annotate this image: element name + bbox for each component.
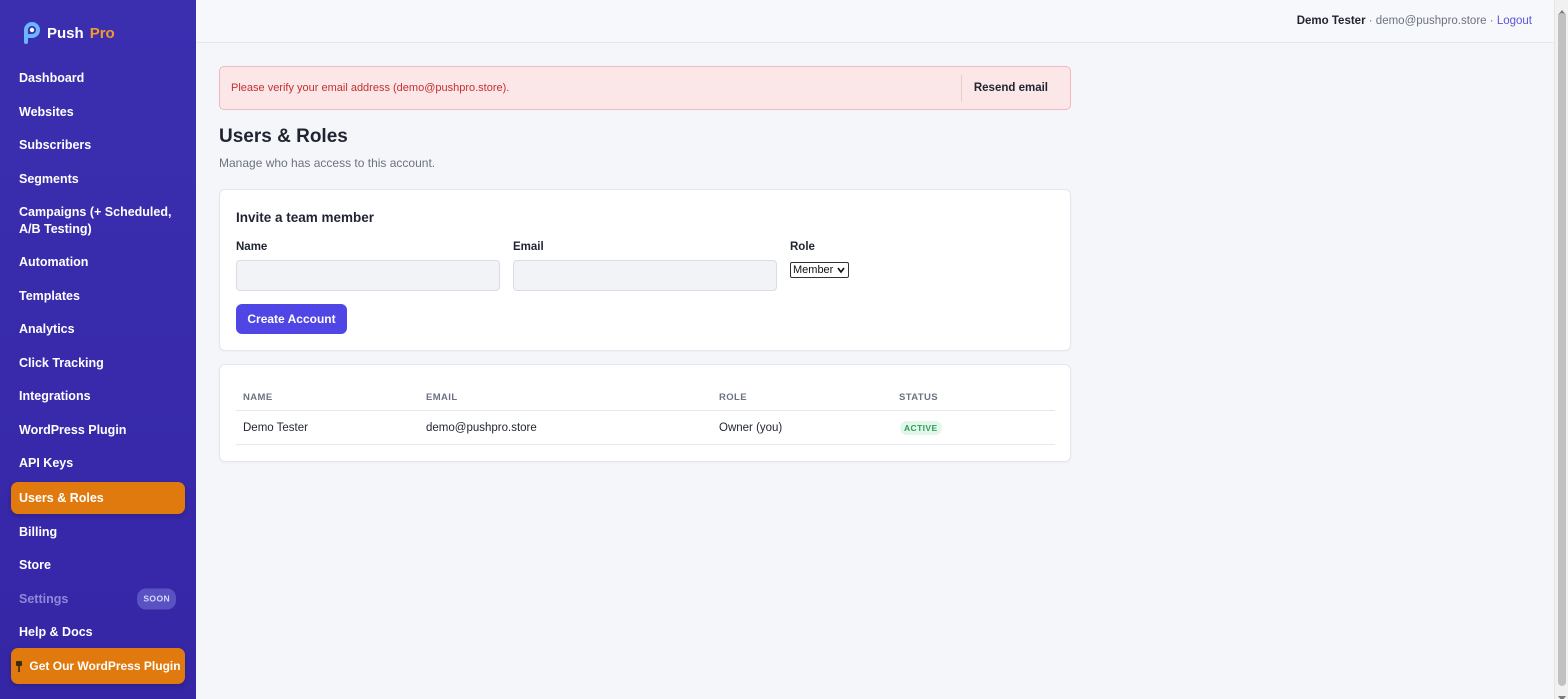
name-input[interactable] bbox=[236, 260, 500, 291]
sidebar-item-dashboard[interactable]: Dashboard bbox=[0, 62, 196, 96]
page-title: Users & Roles bbox=[219, 126, 348, 147]
sidebar-nav: Dashboard Websites Subscribers Segments … bbox=[0, 62, 196, 650]
sidebar-item-billing[interactable]: Billing bbox=[0, 515, 196, 549]
user-name: Demo Tester bbox=[1296, 15, 1366, 27]
users-table-card: NAME EMAIL ROLE STATUS Demo Tester demo@… bbox=[219, 364, 1071, 462]
separator: · bbox=[1489, 15, 1494, 27]
role-label: Role bbox=[790, 241, 815, 253]
sidebar-item-subscribers[interactable]: Subscribers bbox=[0, 129, 196, 163]
sidebar: Push Pro Dashboard Websites Subscribers … bbox=[0, 0, 196, 699]
sidebar-item-api-keys[interactable]: API Keys bbox=[0, 447, 196, 482]
sidebar-item-wordpress-plugin[interactable]: WordPress Plugin bbox=[0, 414, 196, 448]
cell-role: Owner (you) bbox=[719, 422, 783, 434]
logout-link[interactable]: Logout bbox=[1497, 15, 1532, 27]
brand-accent: Pro bbox=[89, 24, 115, 42]
column-header-status: STATUS bbox=[899, 392, 938, 403]
user-info: Demo Tester · demo@pushpro.store · Logou… bbox=[1297, 15, 1532, 27]
page-scrollbar[interactable] bbox=[1554, 0, 1568, 699]
sidebar-item-help-docs[interactable]: Help & Docs bbox=[0, 616, 196, 650]
create-account-button[interactable]: Create Account bbox=[236, 304, 347, 334]
sidebar-item-campaigns[interactable]: Campaigns (+ Scheduled, A/B Testing) bbox=[0, 196, 196, 246]
header-divider bbox=[236, 410, 1055, 411]
name-label: Name bbox=[236, 241, 268, 253]
sidebar-item-integrations[interactable]: Integrations bbox=[0, 380, 196, 414]
promo-label: Get Our WordPress Plugin bbox=[29, 659, 181, 673]
sidebar-item-settings: Settings SOON bbox=[0, 583, 196, 617]
user-email: demo@pushpro.store bbox=[1375, 15, 1487, 27]
sidebar-item-automation[interactable]: Automation bbox=[0, 246, 196, 280]
scroll-thumb[interactable] bbox=[1558, 13, 1566, 686]
sidebar-item-click-tracking[interactable]: Click Tracking bbox=[0, 347, 196, 381]
push-logo-icon bbox=[20, 22, 42, 44]
cell-name: Demo Tester bbox=[243, 422, 308, 434]
alert-message: Please verify your email address (demo@p… bbox=[231, 82, 510, 94]
sidebar-item-segments[interactable]: Segments bbox=[0, 163, 196, 197]
invite-card: Invite a team member Name Email Role Mem… bbox=[219, 189, 1071, 351]
sidebar-item-analytics[interactable]: Analytics bbox=[0, 313, 196, 347]
cell-email: demo@pushpro.store bbox=[426, 422, 537, 434]
page-subtitle: Manage who has access to this account. bbox=[219, 156, 436, 170]
email-input[interactable] bbox=[513, 260, 777, 291]
invite-title: Invite a team member bbox=[236, 210, 375, 225]
top-bar: Demo Tester · demo@pushpro.store · Logou… bbox=[196, 0, 1554, 43]
soon-badge: SOON bbox=[137, 588, 176, 610]
sidebar-item-templates[interactable]: Templates bbox=[0, 280, 196, 314]
scroll-down-icon[interactable] bbox=[1558, 690, 1566, 699]
chevron-down-icon bbox=[837, 265, 845, 275]
brand-logo[interactable]: Push Pro bbox=[20, 22, 115, 44]
sidebar-item-users-roles[interactable]: Users & Roles bbox=[11, 482, 185, 514]
sidebar-item-websites[interactable]: Websites bbox=[0, 96, 196, 130]
email-label: Email bbox=[513, 241, 544, 253]
column-header-role: ROLE bbox=[719, 392, 747, 403]
status-badge: ACTIVE bbox=[900, 421, 942, 435]
column-header-email: EMAIL bbox=[426, 392, 458, 403]
sidebar-item-store[interactable]: Store bbox=[0, 549, 196, 583]
verify-email-alert: Please verify your email address (demo@p… bbox=[219, 66, 1071, 110]
role-select[interactable]: Member bbox=[790, 262, 849, 278]
resend-email-button[interactable]: Resend email bbox=[960, 75, 1060, 102]
role-selected-value: Member bbox=[793, 264, 834, 276]
brand-name: Push bbox=[47, 24, 84, 42]
get-wordpress-plugin-button[interactable]: Get Our WordPress Plugin bbox=[11, 648, 185, 684]
row-divider bbox=[236, 444, 1055, 445]
column-header-name: NAME bbox=[243, 392, 273, 403]
scroll-up-icon[interactable] bbox=[1558, 3, 1566, 15]
pin-icon bbox=[15, 660, 23, 672]
separator: · bbox=[1368, 15, 1373, 27]
